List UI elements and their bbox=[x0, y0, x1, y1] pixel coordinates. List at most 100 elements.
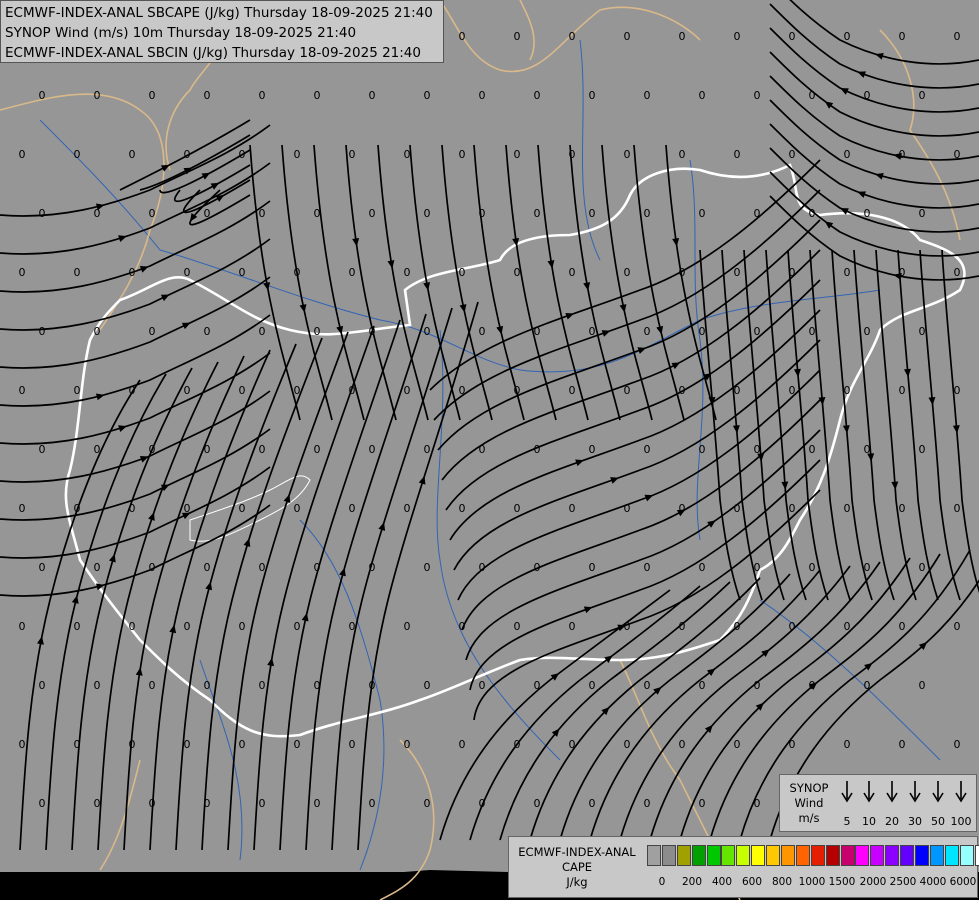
field-value-label: 0 bbox=[589, 325, 596, 338]
title-line-cin: ECMWF-INDEX-ANAL SBCIN (J/kg) Thursday 1… bbox=[5, 45, 421, 61]
field-value-label: 0 bbox=[479, 207, 486, 220]
field-value-label: 0 bbox=[789, 738, 796, 751]
field-value-label: 0 bbox=[239, 738, 246, 751]
field-value-label: 0 bbox=[149, 561, 156, 574]
field-value-label: 0 bbox=[349, 502, 356, 515]
field-value-label: 0 bbox=[699, 679, 706, 692]
field-value-label: 0 bbox=[349, 266, 356, 279]
field-value-label: 0 bbox=[424, 679, 431, 692]
cape-color-swatch bbox=[766, 845, 781, 866]
cape-color-swatch bbox=[840, 845, 855, 866]
field-value-label: 0 bbox=[94, 443, 101, 456]
field-value-label: 0 bbox=[149, 443, 156, 456]
field-value-label: 0 bbox=[404, 266, 411, 279]
field-value-label: 0 bbox=[809, 443, 816, 456]
wind-speed-label: 5 bbox=[843, 815, 851, 828]
cape-color-swatch bbox=[974, 845, 979, 866]
field-value-label: 0 bbox=[864, 207, 871, 220]
field-value-label: 0 bbox=[754, 325, 761, 338]
field-value-label: 0 bbox=[424, 561, 431, 574]
field-value-label: 0 bbox=[809, 207, 816, 220]
field-value-label: 0 bbox=[919, 89, 926, 102]
weather-map[interactable]: 0 0 0 0 0 0 0 0 0 0 0 0 0 0 0 0 0 0 0 0 0 0 0 0 0 0 0 0 0 0 0 0 0 0 0 0 0 0 0 0… bbox=[0, 0, 979, 900]
field-value-label: 0 bbox=[39, 207, 46, 220]
wind-legend-title-line: Wind bbox=[794, 796, 824, 810]
field-value-label: 0 bbox=[514, 738, 521, 751]
cape-legend-title: ECMWF-INDEX-ANAL CAPE J/kg bbox=[511, 845, 643, 890]
cape-color-swatch bbox=[676, 845, 691, 866]
field-value-label: 0 bbox=[259, 797, 266, 810]
field-value-label: 0 bbox=[459, 620, 466, 633]
field-value-label: 0 bbox=[899, 620, 906, 633]
cape-color-swatch bbox=[900, 845, 915, 866]
field-value-label: 0 bbox=[294, 266, 301, 279]
field-value-label: 0 bbox=[699, 89, 706, 102]
field-value-label: 0 bbox=[369, 679, 376, 692]
field-value-label: 0 bbox=[734, 266, 741, 279]
wind-speed-label: 10 bbox=[862, 815, 876, 828]
field-value-label: 0 bbox=[734, 148, 741, 161]
cape-color-swatch bbox=[810, 845, 825, 866]
field-value-label: 0 bbox=[74, 502, 81, 515]
field-value-label: 0 bbox=[514, 384, 521, 397]
field-value-label: 0 bbox=[74, 266, 81, 279]
field-value-label: 0 bbox=[754, 443, 761, 456]
field-value-label: 0 bbox=[239, 502, 246, 515]
field-value-label: 0 bbox=[644, 443, 651, 456]
field-value-label: 0 bbox=[404, 738, 411, 751]
field-value-label: 0 bbox=[589, 89, 596, 102]
field-value-label: 0 bbox=[679, 148, 686, 161]
cape-tick-label: 6000 bbox=[949, 876, 977, 888]
field-value-label: 0 bbox=[259, 207, 266, 220]
field-value-label: 0 bbox=[294, 620, 301, 633]
cape-color-swatch bbox=[661, 845, 676, 866]
cape-color-swatch bbox=[915, 845, 930, 866]
field-value-label: 0 bbox=[954, 266, 961, 279]
field-value-label: 0 bbox=[734, 384, 741, 397]
field-value-label: 0 bbox=[734, 620, 741, 633]
field-value-label: 0 bbox=[534, 797, 541, 810]
field-value-label: 0 bbox=[644, 797, 651, 810]
no-data-area bbox=[0, 870, 508, 900]
arrow-down-icon bbox=[863, 781, 875, 803]
arrow-down-icon bbox=[886, 781, 898, 803]
field-value-label: 0 bbox=[844, 148, 851, 161]
cape-color-swatch bbox=[781, 845, 796, 866]
cape-tick-label: 200 bbox=[681, 876, 703, 888]
cape-tick-label: 4000 bbox=[919, 876, 947, 888]
cape-tick-label: 0 bbox=[658, 876, 666, 888]
field-value-label: 0 bbox=[19, 148, 26, 161]
field-value-label: 0 bbox=[514, 620, 521, 633]
field-value-label: 0 bbox=[514, 30, 521, 43]
field-value-label: 0 bbox=[349, 148, 356, 161]
field-value-label: 0 bbox=[534, 89, 541, 102]
field-value-label: 0 bbox=[479, 443, 486, 456]
field-value-label: 0 bbox=[809, 325, 816, 338]
field-value-label: 0 bbox=[624, 738, 631, 751]
field-value-label: 0 bbox=[39, 797, 46, 810]
cape-color-swatch bbox=[870, 845, 885, 866]
field-value-label: 0 bbox=[864, 325, 871, 338]
field-value-label: 0 bbox=[844, 502, 851, 515]
field-value-label: 0 bbox=[74, 620, 81, 633]
field-value-label: 0 bbox=[404, 502, 411, 515]
field-value-label: 0 bbox=[679, 266, 686, 279]
cape-color-swatch bbox=[944, 845, 959, 866]
field-value-label: 0 bbox=[844, 738, 851, 751]
field-value-label: 0 bbox=[789, 384, 796, 397]
wind-legend-item: 30 bbox=[904, 779, 926, 829]
field-value-label: 0 bbox=[844, 620, 851, 633]
field-value-label: 0 bbox=[699, 561, 706, 574]
cape-tick-label: 600 bbox=[741, 876, 763, 888]
field-value-label: 0 bbox=[94, 561, 101, 574]
field-value-label: 0 bbox=[954, 30, 961, 43]
cape-legend-title-line: J/kg bbox=[566, 875, 588, 889]
field-value-label: 0 bbox=[204, 325, 211, 338]
field-value-label: 0 bbox=[644, 207, 651, 220]
field-value-label: 0 bbox=[479, 561, 486, 574]
map-title-box: ECMWF-INDEX-ANAL SBCAPE (J/kg) Thursday … bbox=[0, 0, 444, 63]
field-value-label: 0 bbox=[514, 266, 521, 279]
field-value-label: 0 bbox=[569, 738, 576, 751]
field-value-label: 0 bbox=[899, 266, 906, 279]
field-value-label: 0 bbox=[39, 325, 46, 338]
